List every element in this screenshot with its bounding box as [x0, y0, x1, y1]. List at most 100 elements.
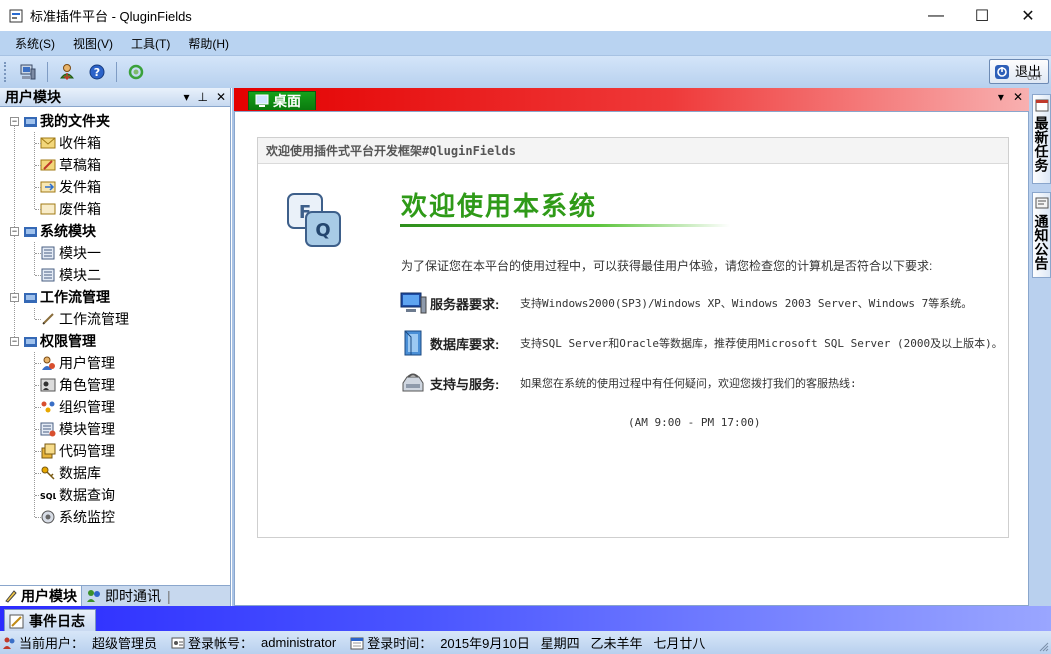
collapse-icon[interactable]: − [10, 226, 19, 236]
document-body: 欢迎使用插件式平台开发框架#QluginFields F Q 欢迎使用本系统 为… [234, 111, 1029, 606]
toolbar-separator [116, 62, 117, 82]
tree-item-trash[interactable]: 废件箱 [0, 198, 230, 220]
pin-icon[interactable]: ⊥ [197, 88, 207, 107]
tree-group-system-modules[interactable]: − 系统模块 [0, 220, 230, 242]
module-icon [41, 268, 55, 282]
user-icon [42, 356, 55, 370]
refresh-icon [128, 64, 144, 80]
collapse-icon[interactable]: − [10, 336, 19, 346]
support-hours: (AM 9:00 - PM 17:00) [628, 416, 761, 429]
welcome-header: 欢迎使用插件式平台开发框架#QluginFields [258, 138, 1008, 164]
users-icon [3, 637, 15, 649]
user-button[interactable] [56, 61, 78, 83]
tree-group-permissions[interactable]: − 权限管理 [0, 330, 230, 352]
panel-close-icon[interactable]: ✕ [216, 88, 226, 107]
title-underline [400, 224, 730, 227]
support-phone-icon [402, 373, 424, 392]
sent-icon [40, 181, 56, 193]
tree-group-my-folders[interactable]: − 我的文件夹 [0, 110, 230, 132]
latest-tasks-label: 最新任务 [1033, 116, 1050, 172]
tab-notices[interactable]: 通知公告 [1032, 192, 1051, 278]
status-login-time: 登录时间： 2015年9月10日 星期四 乙未羊年 七月廿八 [350, 633, 705, 652]
tab-event-log[interactable]: 事件日志 [4, 609, 96, 631]
tree-item-user-management[interactable]: 用户管理 [0, 352, 230, 374]
document-area: 桌面 ▾ ✕ 欢迎使用插件式平台开发框架#QluginFields F Q 欢迎… [232, 88, 1029, 606]
organization-icon [41, 401, 55, 413]
desktop-icon [255, 94, 269, 107]
exit-sub-label: OUT [1027, 75, 1042, 82]
tree-item-workflow-management[interactable]: 工作流管理 [0, 308, 230, 330]
right-side-strip: 最新任务 通知公告 [1029, 88, 1051, 606]
requirement-server: 服务器要求: 支持Windows2000(SP3)/Windows XP、Win… [398, 290, 972, 316]
tab-latest-tasks[interactable]: 最新任务 [1032, 94, 1051, 184]
collapse-icon[interactable]: − [10, 116, 19, 126]
svg-text:?: ? [94, 66, 100, 79]
help-icon: ? [89, 64, 105, 80]
toolbar-grip[interactable] [4, 62, 7, 82]
help-button[interactable]: ? [86, 61, 108, 83]
menu-view[interactable]: 视图(V) [64, 35, 122, 52]
refresh-button[interactable] [125, 61, 147, 83]
tree-item-drafts[interactable]: 草稿箱 [0, 154, 230, 176]
document-dropdown-icon[interactable]: ▾ [998, 90, 1004, 104]
maximize-button[interactable]: ☐ [959, 0, 1005, 31]
tree-item-code-management[interactable]: 代码管理 [0, 440, 230, 462]
menu-system[interactable]: 系统(S) [6, 35, 64, 52]
tree-item-data-query[interactable]: SQL 数据查询 [0, 484, 230, 506]
menu-tools[interactable]: 工具(T) [122, 35, 179, 52]
calendar-icon [350, 637, 364, 649]
tree-item-role-management[interactable]: 角色管理 [0, 374, 230, 396]
trash-folder-icon [40, 203, 56, 215]
close-button[interactable]: ✕ [1005, 0, 1051, 31]
server-icon [400, 292, 427, 314]
tree-item-database[interactable]: 数据库 [0, 462, 230, 484]
power-icon [995, 64, 1009, 79]
document-close-icon[interactable]: ✕ [1013, 90, 1023, 104]
menu-help[interactable]: 帮助(H) [179, 35, 238, 52]
status-current-user: 当前用户： 超级管理员 [2, 633, 157, 652]
requirement-support: 支持与服务: 如果您在系统的使用过程中有任何疑问，欢迎您拨打我们的客服热线: [398, 370, 857, 396]
tab-instant-messaging[interactable]: 即时通讯 | [82, 586, 175, 606]
requirement-database: 数据库要求: 支持SQL Server和Oracle等数据库，推荐使用Micro… [398, 330, 1003, 356]
panel-title: 用户模块 [5, 89, 61, 105]
workflow-icon [42, 313, 54, 325]
user-download-icon [59, 64, 75, 81]
tree-item-module-management[interactable]: 模块管理 [0, 418, 230, 440]
tree-item-system-monitor[interactable]: 系统监控 [0, 506, 230, 528]
event-log-bar: 事件日志 [0, 606, 1051, 631]
minimize-button[interactable]: — [913, 0, 959, 31]
status-bar: 当前用户： 超级管理员 登录帐号： administrator 登录时间： 20… [0, 631, 1051, 654]
role-icon [40, 378, 56, 392]
panel-header: 用户模块 ▾ ⊥ ✕ [0, 88, 230, 107]
tree-item-module-two[interactable]: 模块二 [0, 264, 230, 286]
id-card-icon [171, 637, 185, 648]
resize-grip-icon[interactable] [1039, 642, 1049, 652]
app-icon [9, 9, 23, 22]
welcome-title: 欢迎使用本系统 [401, 191, 598, 221]
collapse-icon[interactable]: − [10, 292, 19, 302]
notice-icon [1035, 197, 1048, 209]
panel-dropdown-icon[interactable]: ▾ [183, 88, 189, 107]
monitor-icon [41, 510, 55, 524]
folder-group-icon [24, 336, 37, 347]
database-key-icon [41, 466, 55, 480]
module-tree: − 我的文件夹 收件箱 草稿箱 发件箱 废件箱 − 系统模块 模块一 模块二 −… [0, 107, 230, 528]
tab-user-module[interactable]: 用户模块 [0, 586, 82, 606]
tree-item-sent[interactable]: 发件箱 [0, 176, 230, 198]
sql-icon: SQL [40, 492, 56, 501]
calendar-icon [1035, 99, 1048, 112]
tree-item-inbox[interactable]: 收件箱 [0, 132, 230, 154]
computer-button[interactable] [17, 61, 39, 83]
exit-button[interactable]: 退出 OUT [989, 59, 1049, 84]
tree-item-module-one[interactable]: 模块一 [0, 242, 230, 264]
tree-item-org-management[interactable]: 组织管理 [0, 396, 230, 418]
left-panel-tabs: 用户模块 即时通讯 | [0, 585, 230, 606]
module-manage-icon [40, 422, 56, 437]
welcome-intro: 为了保证您在本平台的使用过程中，可以获得最佳用户体验，请您检查您的计算机是否符合… [401, 259, 933, 273]
notices-label: 通知公告 [1033, 214, 1050, 270]
toolbar: ? 退出 OUT [0, 56, 1051, 88]
tree-group-workflow[interactable]: − 工作流管理 [0, 286, 230, 308]
log-icon [9, 614, 24, 628]
pencil-icon [5, 590, 17, 603]
tab-desktop[interactable]: 桌面 [248, 91, 316, 110]
